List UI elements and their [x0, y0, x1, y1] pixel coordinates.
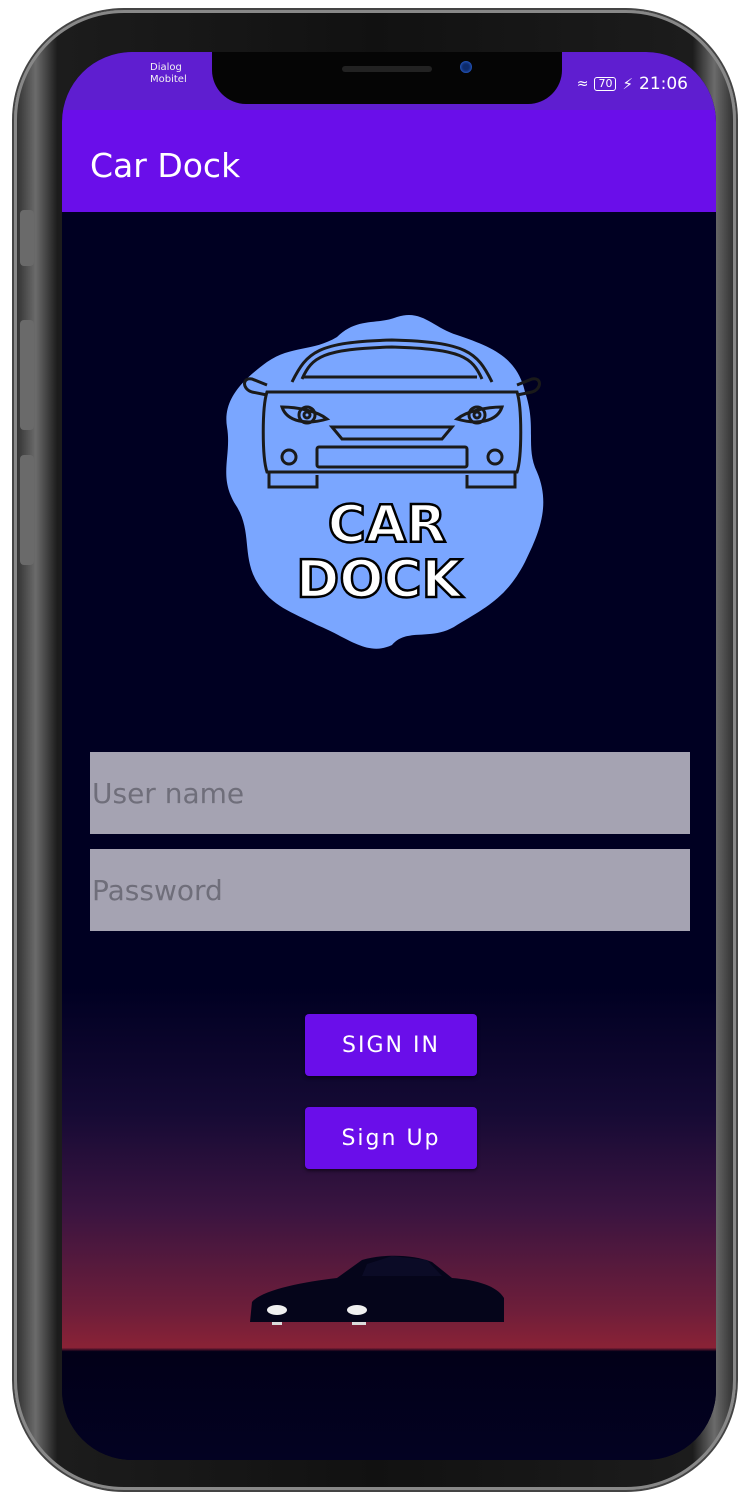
- clock: 21:06: [639, 74, 688, 94]
- logo-text-dock: DOCK: [296, 550, 464, 610]
- status-icons: ≈ 70 ⚡ 21:06: [577, 74, 688, 94]
- carrier-name-1: Dialog: [150, 62, 182, 73]
- speaker-grille: [342, 66, 432, 72]
- sign-up-button[interactable]: Sign Up: [305, 1107, 477, 1169]
- login-content: CAR DOCK SIGN IN Sign Up: [62, 212, 716, 1460]
- app-bar: Car Dock: [62, 110, 716, 212]
- sign-in-button[interactable]: SIGN IN: [305, 1014, 477, 1076]
- username-input[interactable]: [90, 752, 690, 834]
- camera-notch: [212, 52, 562, 104]
- phone-screen: Dialog Mobitel ≈ 70 ⚡ 21:06 Car Dock CAR…: [62, 52, 716, 1460]
- charging-icon: ⚡: [622, 75, 633, 93]
- wifi-icon: ≈: [576, 76, 589, 92]
- logo-text-car: CAR: [328, 495, 446, 555]
- app-title: Car Dock: [90, 146, 241, 185]
- carrier-name-2: Mobitel: [150, 74, 187, 85]
- front-camera: [460, 61, 472, 73]
- password-input[interactable]: [90, 849, 690, 931]
- mute-switch: [20, 210, 34, 266]
- volume-down-button: [20, 455, 34, 565]
- carrier-info: Dialog Mobitel: [150, 62, 187, 86]
- volume-up-button: [20, 320, 34, 430]
- car-silhouette-image: [250, 1255, 504, 1325]
- car-dock-logo: CAR DOCK: [226, 314, 544, 649]
- battery-icon: 70: [594, 77, 617, 91]
